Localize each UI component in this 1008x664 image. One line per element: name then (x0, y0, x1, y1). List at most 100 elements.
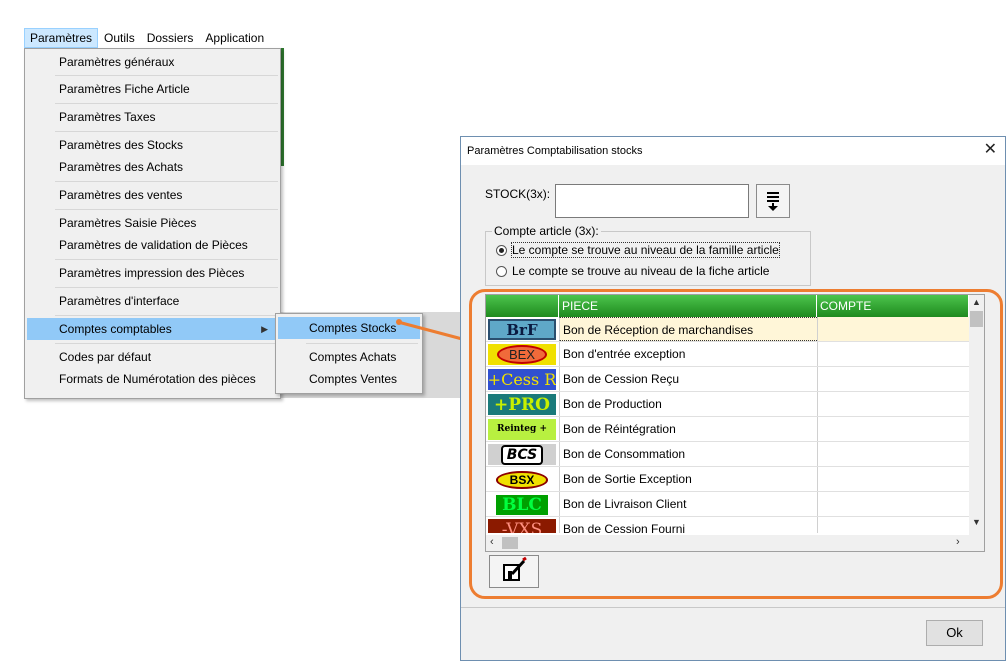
piece-cell: Bon de Cession Fourni (559, 517, 817, 533)
menu-separator (55, 103, 278, 104)
scroll-up-icon[interactable]: ▲ (969, 297, 984, 307)
bex-badge-label: BEX (496, 345, 547, 364)
bsx-icon: BSX (488, 469, 556, 490)
menu-item-parametres-generaux[interactable]: Paramètres généraux (27, 51, 278, 73)
ok-button[interactable]: Ok (926, 620, 983, 646)
menu-item-comptes-achats[interactable]: Comptes Achats (278, 346, 420, 368)
menu-item-parametres-saisie-pieces[interactable]: Paramètres Saisie Pièces (27, 212, 278, 234)
edit-pencil-icon (503, 556, 527, 581)
menu-separator (55, 181, 278, 182)
column-header-compte[interactable]: COMPTE (817, 295, 969, 317)
menu-separator (55, 131, 278, 132)
compte-cell[interactable] (817, 517, 969, 533)
close-icon[interactable]: ✕ (984, 142, 997, 158)
table-row[interactable]: Reinteg + Bon de Réintégration (486, 417, 969, 442)
footer-divider (461, 607, 1005, 608)
grid-header: PIECE COMPTE (486, 295, 969, 317)
scroll-right-icon[interactable]: › (956, 536, 960, 548)
piece-cell: Bon de Cession Reçu (559, 367, 817, 391)
submenu-arrow-icon: ▶ (261, 324, 268, 334)
menu-separator (55, 287, 278, 288)
menu-separator (55, 259, 278, 260)
pro-icon: +PRO (488, 394, 556, 415)
menu-item-comptes-stocks[interactable]: Comptes Stocks (278, 317, 420, 339)
group-legend: Compte article (3x): (492, 224, 601, 238)
table-row[interactable]: -VXS Bon de Cession Fourni (486, 517, 969, 533)
menu-item-parametres-stocks[interactable]: Paramètres des Stocks (27, 134, 278, 156)
scroll-left-icon[interactable]: ‹ (490, 536, 494, 548)
radio-selected-icon (496, 244, 507, 256)
table-row[interactable]: +Cess R Bon de Cession Reçu (486, 367, 969, 392)
grid-body: BrF Bon de Réception de marchandises BEX… (486, 317, 969, 533)
menu-parametres[interactable]: Paramètres (24, 28, 99, 48)
table-row[interactable]: BSX Bon de Sortie Exception (486, 467, 969, 492)
row-icon-cell: Reinteg + (486, 417, 558, 441)
bcs-badge-label: BCS (500, 444, 544, 465)
menu-item-parametres-validation-pieces[interactable]: Paramètres de validation de Pièces (27, 234, 278, 256)
vertical-scrollbar[interactable]: ▲ ▼ (969, 295, 984, 535)
compte-cell[interactable] (817, 342, 969, 366)
menu-separator (55, 315, 278, 316)
piece-cell: Bon de Réception de marchandises (559, 317, 817, 341)
comptes-comptables-submenu: Comptes Stocks Comptes Achats Comptes Ve… (275, 313, 423, 394)
bex-icon: BEX (488, 344, 556, 365)
piece-cell: Bon d'entrée exception (559, 342, 817, 366)
column-header-piece[interactable]: PIECE (559, 295, 817, 317)
radio-famille-article[interactable]: Le compte se trouve au niveau de la fami… (496, 241, 780, 259)
compte-cell[interactable] (817, 467, 969, 491)
table-row[interactable]: BEX Bon d'entrée exception (486, 342, 969, 367)
row-icon-cell: -VXS (486, 517, 558, 533)
scroll-thumb[interactable] (502, 537, 518, 549)
compte-cell[interactable] (817, 442, 969, 466)
menu-item-formats-numerotation[interactable]: Formats de Numérotation des pièces (27, 368, 278, 390)
radio-fiche-article[interactable]: Le compte se trouve au niveau de la fich… (496, 262, 769, 280)
compte-cell[interactable] (817, 367, 969, 391)
compte-cell[interactable] (817, 317, 969, 341)
row-icon-cell: BLC (486, 492, 558, 516)
blc-icon: BLC (488, 494, 556, 515)
menu-item-parametres-fiche-article[interactable]: Paramètres Fiche Article (27, 78, 278, 100)
menu-item-comptes-ventes[interactable]: Comptes Ventes (278, 368, 420, 390)
horizontal-scrollbar[interactable]: ‹ › (486, 535, 984, 551)
piece-cell: Bon de Livraison Client (559, 492, 817, 516)
edit-button[interactable] (489, 555, 539, 588)
dialog-titlebar: Paramètres Comptabilisation stocks ✕ (461, 137, 1005, 165)
bcs-icon: BCS (488, 444, 556, 465)
row-icon-cell: +Cess R (486, 367, 558, 391)
menu-item-parametres-taxes[interactable]: Paramètres Taxes (27, 106, 278, 128)
scroll-thumb[interactable] (970, 311, 983, 327)
compte-cell[interactable] (817, 492, 969, 516)
menu-item-parametres-impression-pieces[interactable]: Paramètres impression des Pièces (27, 262, 278, 284)
menu-item-codes-par-defaut[interactable]: Codes par défaut (27, 346, 278, 368)
menu-item-parametres-interface[interactable]: Paramètres d'interface (27, 290, 278, 312)
menu-separator (55, 343, 278, 344)
table-row[interactable]: BrF Bon de Réception de marchandises (486, 317, 969, 342)
compte-article-group: Compte article (3x): Le compte se trouve… (485, 224, 811, 286)
bsx-badge-label: BSX (495, 470, 549, 489)
blc-badge-label: BLC (496, 494, 548, 515)
row-icon-cell: +PRO (486, 392, 558, 416)
scroll-down-icon[interactable]: ▼ (969, 517, 984, 527)
menu-application[interactable]: Application (199, 28, 270, 48)
table-row[interactable]: BCS Bon de Consommation (486, 442, 969, 467)
menu-dossiers[interactable]: Dossiers (141, 28, 200, 48)
row-icon-cell: BSX (486, 467, 558, 491)
stock-lookup-button[interactable] (756, 184, 790, 218)
stock-input[interactable] (555, 184, 749, 218)
column-header-icon (486, 295, 559, 317)
parametres-comptabilisation-dialog: Paramètres Comptabilisation stocks ✕ STO… (460, 136, 1006, 661)
menu-separator (55, 75, 278, 76)
stock-label: STOCK(3x): (485, 187, 551, 201)
menu-item-comptes-comptables[interactable]: Comptes comptables ▶ (27, 318, 278, 340)
menu-outils[interactable]: Outils (98, 28, 141, 48)
pieces-grid: PIECE COMPTE BrF Bon de Réception de mar… (485, 294, 985, 552)
menu-item-parametres-ventes[interactable]: Paramètres des ventes (27, 184, 278, 206)
table-row[interactable]: +PRO Bon de Production (486, 392, 969, 417)
menu-item-label: Comptes comptables (59, 322, 172, 336)
piece-cell: Bon de Sortie Exception (559, 467, 817, 491)
menu-item-parametres-achats[interactable]: Paramètres des Achats (27, 156, 278, 178)
compte-cell[interactable] (817, 417, 969, 441)
menu-separator (55, 209, 278, 210)
table-row[interactable]: BLC Bon de Livraison Client (486, 492, 969, 517)
compte-cell[interactable] (817, 392, 969, 416)
